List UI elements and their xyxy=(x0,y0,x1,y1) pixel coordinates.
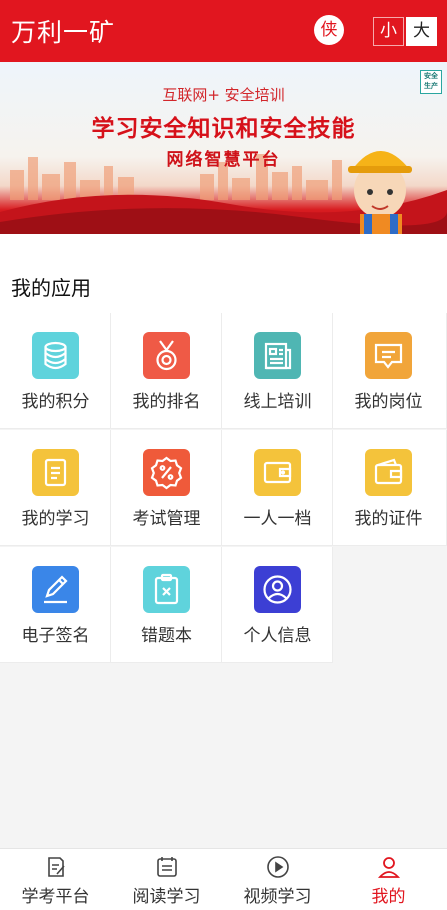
app-item-label: 线上培训 xyxy=(243,392,312,412)
app-item-my-certificates[interactable]: 我的证件 xyxy=(333,430,447,546)
app-item-label: 我的证件 xyxy=(354,509,423,529)
app-item-label: 电子签名 xyxy=(21,626,90,646)
medal-icon xyxy=(143,332,190,379)
my-apps-section-header: 我的应用 xyxy=(0,234,447,313)
newspaper-icon xyxy=(254,332,301,379)
avatar[interactable]: 侠 xyxy=(314,15,344,45)
app-title: 万利一矿 xyxy=(11,18,116,47)
app-item-exam-management[interactable]: 考试管理 xyxy=(111,430,222,546)
app-item-wrong-questions[interactable]: 错题本 xyxy=(111,547,222,663)
app-item-label: 我的岗位 xyxy=(354,392,423,412)
play-circle-icon xyxy=(267,856,289,878)
app-item-ranking[interactable]: 我的排名 xyxy=(111,313,222,429)
app-item-label: 一人一档 xyxy=(243,509,312,529)
app-header: 万利一矿 侠 小 大 xyxy=(0,0,447,62)
app-item-points[interactable]: 我的积分 xyxy=(0,313,111,429)
nav-item-reading[interactable]: 阅读学习 xyxy=(111,849,222,910)
document-icon xyxy=(32,449,79,496)
app-item-my-study[interactable]: 我的学习 xyxy=(0,430,111,546)
app-item-label: 考试管理 xyxy=(132,509,201,529)
nav-label: 视频学习 xyxy=(243,887,312,907)
section-title: 我的应用 xyxy=(11,276,91,300)
app-item-online-training[interactable]: 线上培训 xyxy=(222,313,333,429)
edit-doc-icon xyxy=(48,857,65,877)
percent-badge-icon xyxy=(143,449,190,496)
app-item-e-signature[interactable]: 电子签名 xyxy=(0,547,111,663)
app-item-label: 我的排名 xyxy=(132,392,201,412)
nav-label: 我的 xyxy=(371,887,406,907)
nav-label: 阅读学习 xyxy=(132,887,201,907)
bottom-navigation: 学考平台 阅读学习 视频学习 我的 xyxy=(0,848,447,910)
card-wallet-icon xyxy=(365,449,412,496)
banner-title: 学习安全知识和安全技能 xyxy=(91,116,356,142)
nav-label: 学考平台 xyxy=(21,887,90,907)
banner-platform-title: 网络智慧平台 xyxy=(166,150,281,170)
safety-badge: 安全 生产 xyxy=(420,70,442,94)
app-item-my-post[interactable]: 我的岗位 xyxy=(333,313,447,429)
promo-banner[interactable]: 互联网+ 安全培训 学习安全知识和安全技能 网络智慧平台 安全 生产 xyxy=(0,62,447,234)
person-icon xyxy=(377,857,401,878)
nav-item-video[interactable]: 视频学习 xyxy=(222,849,333,910)
message-box-icon xyxy=(365,332,412,379)
wallet-icon xyxy=(254,449,301,496)
banner-subtitle: 互联网+ 安全培训 xyxy=(162,86,285,104)
app-item-label: 我的积分 xyxy=(21,392,90,412)
nav-item-mine[interactable]: 我的 xyxy=(333,849,447,910)
list-doc-icon xyxy=(157,857,177,877)
user-circle-icon xyxy=(254,566,301,613)
app-item-label: 个人信息 xyxy=(243,626,312,646)
font-size-small-button[interactable]: 小 xyxy=(373,17,404,46)
font-size-large-button[interactable]: 大 xyxy=(406,17,437,46)
clipboard-x-icon xyxy=(143,566,190,613)
nav-item-exam-platform[interactable]: 学考平台 xyxy=(0,849,111,910)
pen-icon xyxy=(32,566,79,613)
app-item-label: 错题本 xyxy=(141,626,192,646)
coins-stack-icon xyxy=(32,332,79,379)
app-item-personal-info[interactable]: 个人信息 xyxy=(222,547,333,663)
app-item-label: 我的学习 xyxy=(21,509,90,529)
app-item-personal-archive[interactable]: 一人一档 xyxy=(222,430,333,546)
